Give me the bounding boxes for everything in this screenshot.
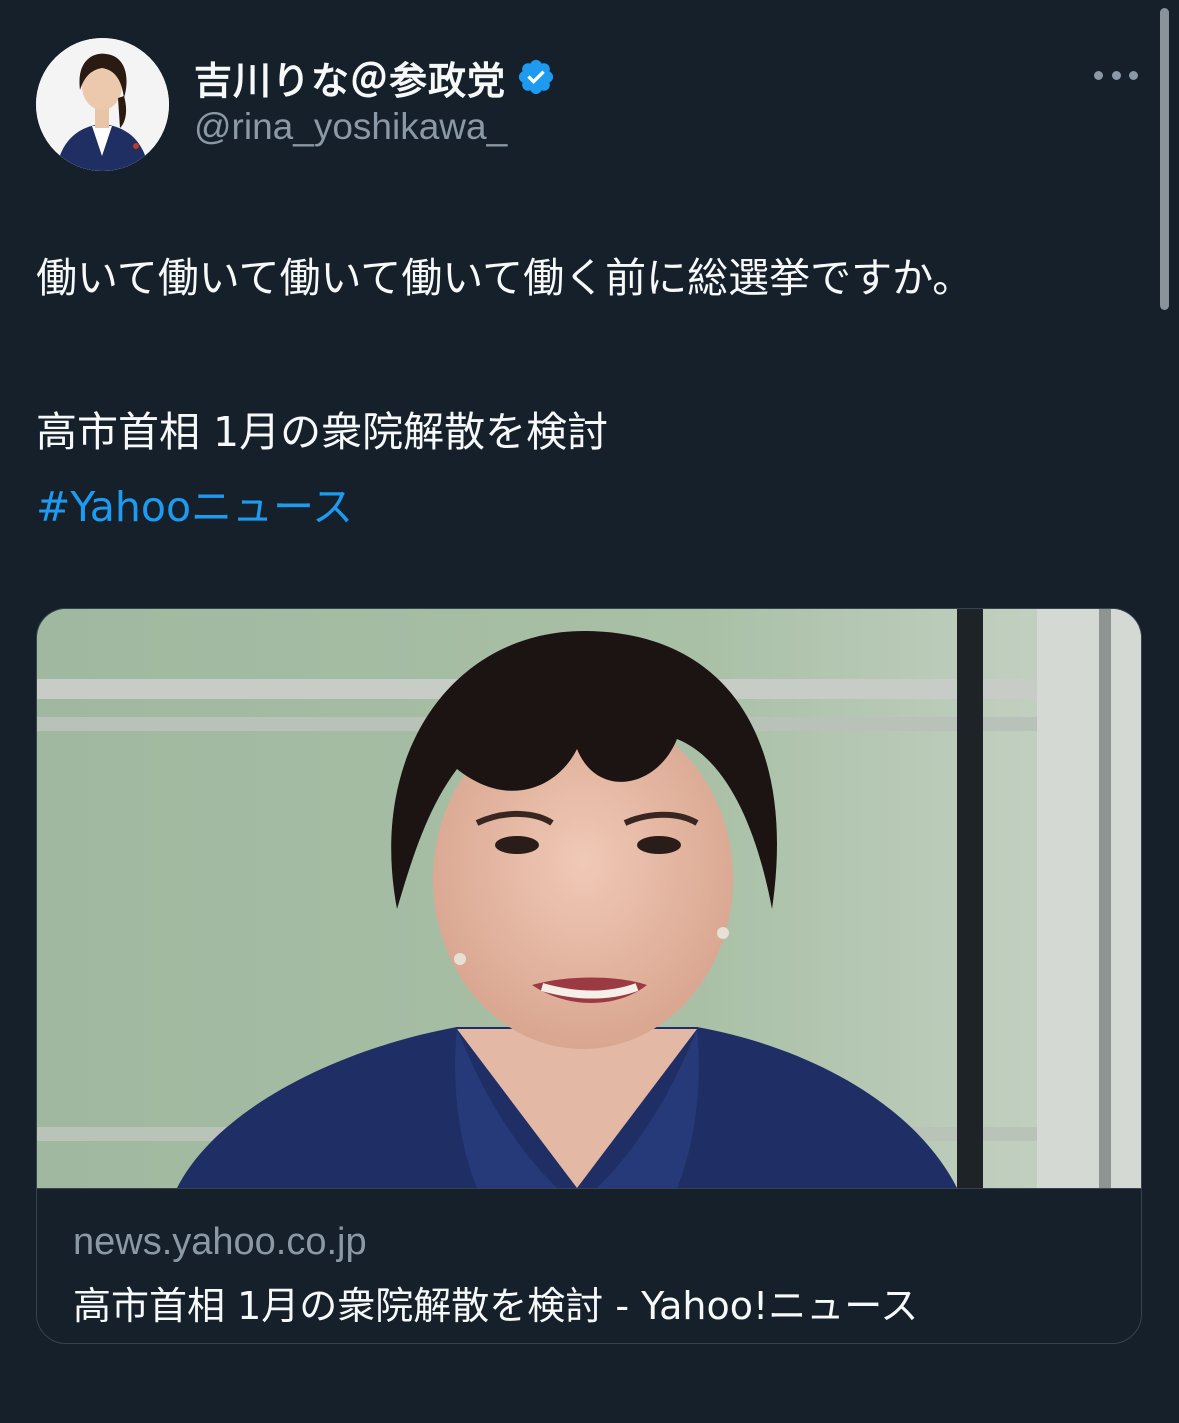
link-card[interactable]: news.yahoo.co.jp 高市首相 1月の衆院解散を検討 - Yahoo… bbox=[36, 608, 1142, 1344]
tweet-header: 吉川りな＠参政党 @rina_yoshikawa_ bbox=[36, 38, 1146, 173]
tweet-line-2: 高市首相 1月の衆院解散を検討 bbox=[36, 408, 609, 456]
display-name-row: 吉川りな＠参政党 bbox=[194, 50, 556, 105]
card-domain: news.yahoo.co.jp bbox=[73, 1221, 367, 1263]
hashtag-link[interactable]: #Yahooニュース bbox=[36, 477, 353, 537]
author-handle[interactable]: @rina_yoshikawa_ bbox=[194, 106, 556, 148]
tweet-line-1: 働いて働いて働いて働いて働く前に総選挙ですか。 bbox=[36, 254, 974, 302]
card-image[interactable] bbox=[37, 609, 1141, 1188]
verified-badge-icon bbox=[516, 57, 556, 97]
author-names: 吉川りな＠参政党 @rina_yoshikawa_ bbox=[194, 52, 556, 148]
avatar[interactable] bbox=[36, 38, 169, 171]
news-photo bbox=[37, 609, 1141, 1188]
scrollbar[interactable] bbox=[1160, 8, 1169, 310]
card-title: 高市首相 1月の衆院解散を検討 - Yahoo!ニュース bbox=[73, 1284, 919, 1328]
card-footer[interactable]: news.yahoo.co.jp 高市首相 1月の衆院解散を検討 - Yahoo… bbox=[37, 1188, 1141, 1343]
display-name[interactable]: 吉川りな＠参政党 bbox=[194, 50, 506, 105]
more-horizontal-icon[interactable] bbox=[1094, 68, 1138, 82]
tweet-detail-view: 吉川りな＠参政党 @rina_yoshikawa_ 働いて働いて働いて働いて働く… bbox=[0, 0, 1179, 1423]
avatar-image bbox=[36, 38, 169, 171]
